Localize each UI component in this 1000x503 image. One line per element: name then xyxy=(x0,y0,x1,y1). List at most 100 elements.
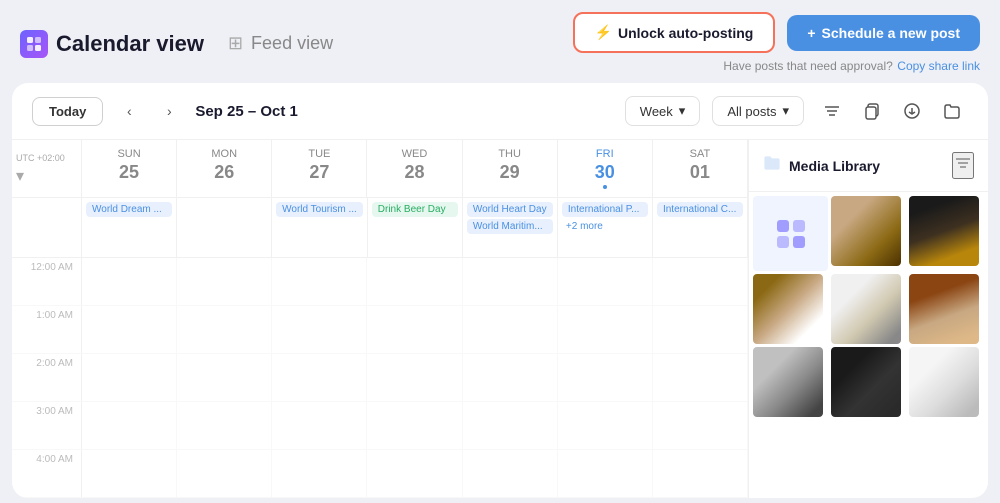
cell-thu-2am[interactable] xyxy=(463,354,558,401)
event-world-tourism[interactable]: World Tourism ... xyxy=(276,202,363,217)
copy-share-link[interactable]: Copy share link xyxy=(897,59,980,73)
cell-tue-1am[interactable] xyxy=(272,306,367,353)
timezone-chevron[interactable]: ▾ xyxy=(16,168,24,185)
media-item-1[interactable] xyxy=(753,196,828,271)
cell-tue-4am[interactable] xyxy=(272,450,367,497)
today-dot xyxy=(603,185,607,189)
cell-tue-2am[interactable] xyxy=(272,354,367,401)
copy-icon-button[interactable] xyxy=(856,95,888,127)
media-filter-button[interactable] xyxy=(952,152,974,179)
event-international-p[interactable]: International P... xyxy=(562,202,648,217)
cell-sun-midnight[interactable] xyxy=(82,258,177,305)
media-item-2[interactable] xyxy=(831,196,901,266)
posts-chevron-icon: ▾ xyxy=(782,103,789,119)
cell-mon-3am[interactable] xyxy=(177,402,272,449)
time-col-events xyxy=(12,198,82,257)
feed-view-button[interactable]: ⊞ Feed view xyxy=(228,33,333,54)
week-label: Week xyxy=(640,104,673,119)
schedule-new-post-button[interactable]: + Schedule a new post xyxy=(787,15,980,51)
cell-sun-2am[interactable] xyxy=(82,354,177,401)
feed-view-label: Feed view xyxy=(251,33,333,54)
media-item-6[interactable] xyxy=(909,274,979,344)
day-header-sun: Sun 25 xyxy=(82,140,177,198)
day-number-tue: 27 xyxy=(276,162,362,183)
day-header-sat: Sat 01 xyxy=(653,140,748,198)
cell-wed-3am[interactable] xyxy=(367,402,462,449)
calendar-main: UTC +02:00 ▾ Sun 25 Mon 26 Tue 27 Wed xyxy=(12,140,748,498)
media-item-7[interactable] xyxy=(753,347,823,417)
time-label-2am: 2:00 AM xyxy=(12,354,82,401)
header-left: Calendar view ⊞ Feed view xyxy=(20,30,333,58)
grid-icon: ⊞ xyxy=(228,33,243,54)
download-icon-button[interactable] xyxy=(896,95,928,127)
cell-sat-1am[interactable] xyxy=(653,306,748,353)
day-events-thu: World Heart Day World Maritim... xyxy=(463,198,558,257)
cell-sun-1am[interactable] xyxy=(82,306,177,353)
media-item-3[interactable] xyxy=(909,196,979,266)
cell-mon-1am[interactable] xyxy=(177,306,272,353)
date-range-label: Sep 25 – Oct 1 xyxy=(195,103,298,120)
calendar-header-row: UTC +02:00 ▾ Sun 25 Mon 26 Tue 27 Wed xyxy=(12,140,748,198)
cell-mon-4am[interactable] xyxy=(177,450,272,497)
cell-fri-3am[interactable] xyxy=(558,402,653,449)
event-drink-beer[interactable]: Drink Beer Day xyxy=(372,202,458,217)
calendar-events-row: World Dream ... World Tourism ... Drink … xyxy=(12,198,748,258)
today-button[interactable]: Today xyxy=(32,97,103,126)
next-arrow-button[interactable]: › xyxy=(155,97,183,125)
event-international-c[interactable]: International C... xyxy=(657,202,743,217)
cell-sat-midnight[interactable] xyxy=(653,258,748,305)
day-number-mon: 26 xyxy=(181,162,267,183)
approval-text: Have posts that need approval? xyxy=(723,59,892,73)
prev-arrow-button[interactable]: ‹ xyxy=(115,97,143,125)
cell-sat-4am[interactable] xyxy=(653,450,748,497)
cell-thu-midnight[interactable] xyxy=(463,258,558,305)
cell-sun-4am[interactable] xyxy=(82,450,177,497)
plus-icon: + xyxy=(807,25,815,41)
cell-thu-3am[interactable] xyxy=(463,402,558,449)
cell-tue-midnight[interactable] xyxy=(272,258,367,305)
calendar-body: 12:00 AM 1:00 AM xyxy=(12,258,748,498)
cell-fri-1am[interactable] xyxy=(558,306,653,353)
cell-sat-2am[interactable] xyxy=(653,354,748,401)
event-world-dream[interactable]: World Dream ... xyxy=(86,202,172,217)
time-row-4am: 4:00 AM xyxy=(12,450,748,498)
media-library-label: Media Library xyxy=(789,158,880,174)
unlock-autoposting-button[interactable]: ⚡ Unlock auto-posting xyxy=(573,12,776,53)
timezone-label: UTC +02:00 xyxy=(16,153,65,163)
day-events-mon xyxy=(177,198,272,257)
week-selector[interactable]: Week ▾ xyxy=(625,96,701,126)
day-header-tue: Tue 27 xyxy=(272,140,367,198)
media-item-4[interactable] xyxy=(753,274,823,344)
media-item-5[interactable] xyxy=(831,274,901,344)
cell-wed-4am[interactable] xyxy=(367,450,462,497)
media-library-title-row: Media Library xyxy=(763,154,880,177)
cell-fri-midnight[interactable] xyxy=(558,258,653,305)
cell-wed-1am[interactable] xyxy=(367,306,462,353)
filter-icon-button[interactable] xyxy=(816,95,848,127)
time-label-4am: 4:00 AM xyxy=(12,450,82,497)
cell-fri-4am[interactable] xyxy=(558,450,653,497)
cell-fri-2am[interactable] xyxy=(558,354,653,401)
day-header-wed: Wed 28 xyxy=(367,140,462,198)
media-item-9[interactable] xyxy=(909,347,979,417)
media-item-8[interactable] xyxy=(831,347,901,417)
folder-icon-button[interactable] xyxy=(936,95,968,127)
event-world-heart[interactable]: World Heart Day xyxy=(467,202,553,217)
day-name-fri: Fri xyxy=(562,148,648,160)
all-posts-selector[interactable]: All posts ▾ xyxy=(712,96,804,126)
cell-tue-3am[interactable] xyxy=(272,402,367,449)
day-name-sat: Sat xyxy=(657,148,743,160)
cell-wed-2am[interactable] xyxy=(367,354,462,401)
cell-thu-1am[interactable] xyxy=(463,306,558,353)
event-world-maritime[interactable]: World Maritim... xyxy=(467,219,553,234)
media-folder-icon xyxy=(763,154,781,177)
timezone-header: UTC +02:00 ▾ xyxy=(12,140,82,198)
more-events-badge[interactable]: +2 more xyxy=(562,219,648,234)
cell-wed-midnight[interactable] xyxy=(367,258,462,305)
cell-thu-4am[interactable] xyxy=(463,450,558,497)
cell-sun-3am[interactable] xyxy=(82,402,177,449)
cell-sat-3am[interactable] xyxy=(653,402,748,449)
cell-mon-2am[interactable] xyxy=(177,354,272,401)
cell-mon-midnight[interactable] xyxy=(177,258,272,305)
media-grid xyxy=(749,192,988,421)
